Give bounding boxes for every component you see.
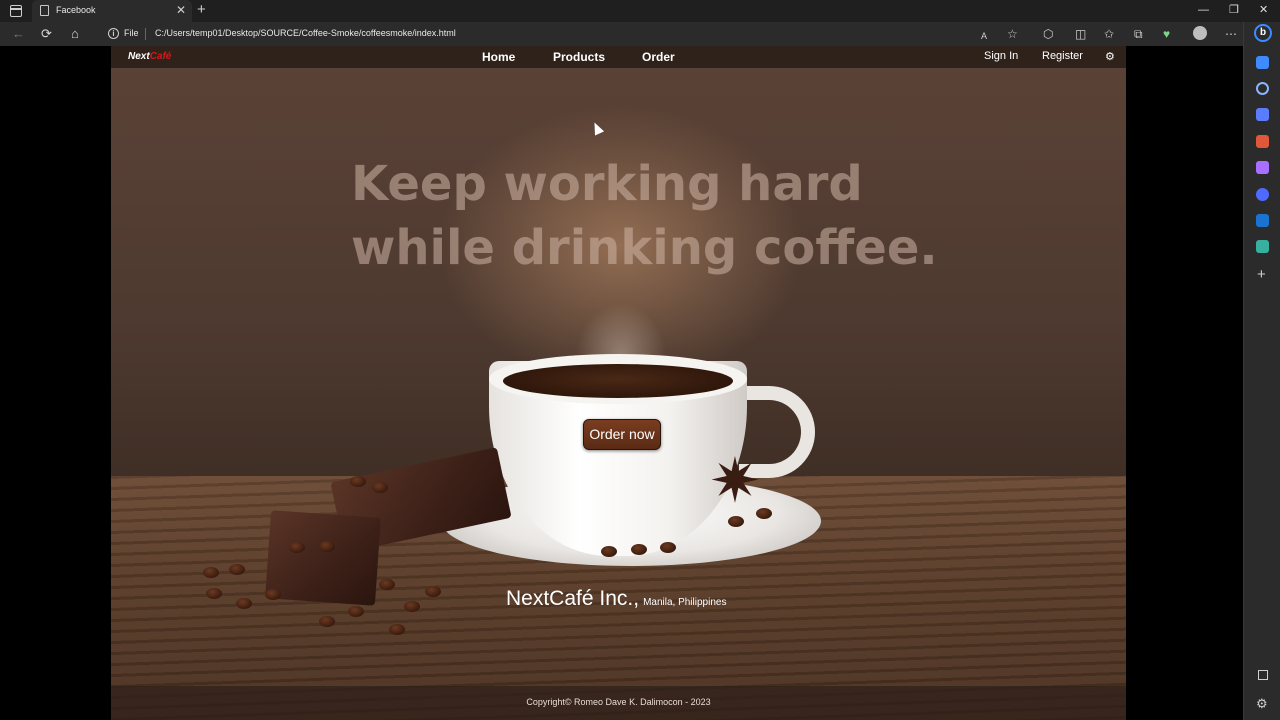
logo-text-next: Next	[128, 51, 150, 62]
coffee-bean-image	[404, 601, 420, 612]
site-navbar: NextCafé Home Products Order Sign In Reg…	[111, 46, 1126, 68]
coffee-bean-image	[379, 579, 395, 590]
coffee-bean-image	[319, 616, 335, 627]
games-icon[interactable]	[1256, 161, 1269, 174]
headline-line-1: Keep working hard	[351, 156, 863, 212]
page-icon	[40, 5, 49, 16]
coffee-bean-image	[660, 542, 676, 553]
coffee-bean-image	[203, 567, 219, 578]
sign-in-link[interactable]: Sign In	[984, 50, 1018, 62]
chocolate-piece-image	[265, 510, 381, 606]
hero-headline: Keep working hard while drinking coffee.	[351, 152, 951, 280]
copilot-app-icon[interactable]	[1256, 188, 1269, 201]
site-logo[interactable]: NextCafé	[128, 51, 171, 62]
browser-tab-bar: Facebook ✕ + — ❐ ✕	[0, 0, 1280, 22]
nav-order-link[interactable]: Order	[642, 50, 675, 64]
profile-avatar[interactable]	[1193, 26, 1207, 40]
hide-sidebar-icon[interactable]	[1258, 670, 1268, 680]
coffee-bean-image	[389, 624, 405, 635]
window-menu-icon[interactable]	[10, 5, 22, 17]
coffee-bean-image	[206, 588, 222, 599]
extensions-icon[interactable]: ⬡	[1043, 26, 1053, 42]
webpage: NextCafé Home Products Order Sign In Reg…	[111, 46, 1126, 720]
add-sidebar-app-icon[interactable]: +	[1257, 266, 1266, 283]
coffee-bean-image	[601, 546, 617, 557]
star-anise-image: ✷	[709, 447, 761, 516]
copyright-text: Copyright© Romeo Dave K. Dalimocon - 202…	[526, 697, 711, 707]
company-name: NextCafé Inc.,	[506, 587, 640, 610]
maximize-button[interactable]: ❐	[1229, 3, 1239, 17]
outlook-icon[interactable]	[1256, 214, 1269, 227]
headline-line-2: while drinking coffee.	[351, 220, 938, 276]
site-info-icon[interactable]: i	[108, 28, 119, 39]
nav-products-link[interactable]: Products	[553, 50, 605, 64]
settings-gear-icon[interactable]: ⚙	[1105, 50, 1115, 63]
logo-text-cafe: Café	[149, 51, 172, 62]
tools-icon[interactable]	[1256, 135, 1269, 148]
coffee-bean-image	[229, 564, 245, 575]
tab-close-icon[interactable]: ✕	[176, 3, 186, 17]
coffee-bean-image	[631, 544, 647, 555]
address-input[interactable]: C:/Users/temp01/Desktop/SOURCE/Coffee-Sm…	[155, 28, 456, 38]
refresh-icon[interactable]: ⟳	[41, 25, 52, 43]
nav-home-link[interactable]: Home	[482, 50, 515, 64]
address-scheme-label: File	[124, 28, 139, 38]
address-toolbar: ← ⟳ ⌂ i File C:/Users/temp01/Desktop/SOU…	[0, 22, 1280, 46]
browser-essentials-icon[interactable]: ♥	[1163, 26, 1170, 42]
coffee-bean-image	[236, 598, 252, 609]
back-arrow-icon[interactable]: ←	[12, 25, 25, 43]
order-now-button[interactable]: Order now	[583, 419, 661, 450]
copilot-icon[interactable]: b	[1254, 24, 1272, 42]
search-icon[interactable]	[1256, 82, 1269, 95]
coffee-bean-image	[265, 589, 281, 600]
favorites-icon[interactable]: ✩	[1104, 26, 1114, 42]
sidebar-settings-icon[interactable]: ⚙	[1256, 696, 1268, 712]
coffee-bean-image	[728, 516, 744, 527]
shopping-tag-icon[interactable]	[1256, 108, 1269, 121]
address-divider	[145, 28, 146, 40]
collections-icon[interactable]: ⧉	[1134, 26, 1143, 42]
split-screen-icon[interactable]: ◫	[1075, 26, 1086, 42]
coffee-surface-image	[503, 364, 733, 398]
more-menu-icon[interactable]: ⋯	[1225, 26, 1237, 42]
coffee-bean-image	[319, 541, 335, 552]
register-link[interactable]: Register	[1042, 50, 1083, 62]
coffee-bean-image	[425, 586, 441, 597]
coffee-bean-image	[350, 476, 366, 487]
drop-icon[interactable]	[1256, 240, 1269, 253]
minimize-button[interactable]: —	[1198, 3, 1209, 17]
close-window-button[interactable]: ✕	[1259, 3, 1268, 17]
new-tab-button[interactable]: +	[197, 1, 206, 19]
coffee-bean-image	[372, 482, 388, 493]
favorite-star-icon[interactable]: ☆	[1007, 26, 1018, 42]
company-location: Manila, Philippines	[643, 597, 727, 608]
coffee-bean-image	[756, 508, 772, 519]
company-info: NextCafé Inc., Manila, Philippines	[506, 587, 726, 611]
coffee-bean-image	[348, 606, 364, 617]
coffee-bean-image	[289, 542, 305, 553]
edge-sidebar: + ⚙	[1243, 22, 1280, 720]
browser-tab[interactable]: Facebook ✕	[32, 0, 192, 22]
site-footer: Copyright© Romeo Dave K. Dalimocon - 202…	[111, 686, 1126, 720]
home-icon[interactable]: ⌂	[71, 25, 79, 43]
read-aloud-icon[interactable]: A	[981, 28, 987, 44]
notification-bell-icon[interactable]	[1256, 56, 1269, 69]
tab-title: Facebook	[56, 5, 96, 15]
